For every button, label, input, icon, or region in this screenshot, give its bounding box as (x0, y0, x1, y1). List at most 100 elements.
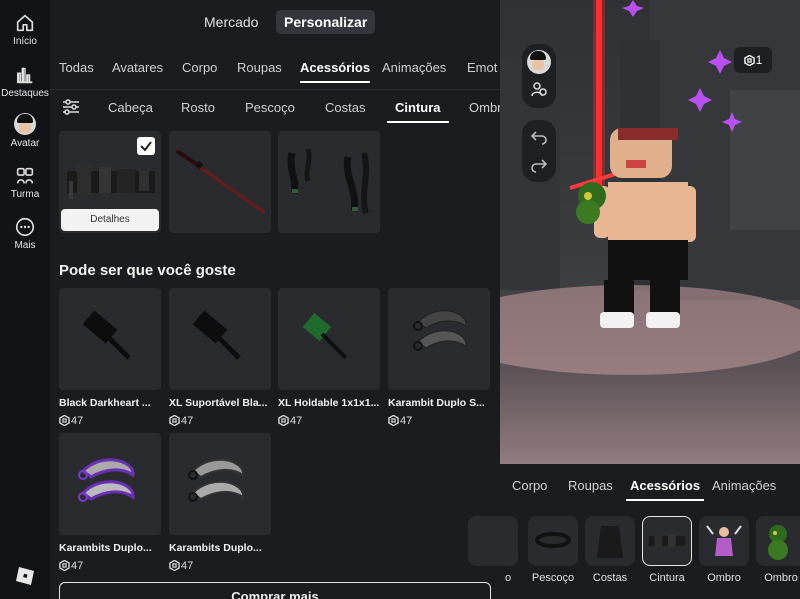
redo-icon[interactable] (530, 156, 548, 174)
outfit-icon[interactable] (530, 80, 548, 98)
rec-card-4[interactable] (388, 288, 490, 390)
fairy-thumb (706, 525, 742, 556)
subtab-face[interactable]: Rosto (181, 100, 215, 115)
home-icon (16, 14, 34, 32)
robux-icon (388, 415, 399, 426)
equipped-item-card[interactable]: Detalhes (59, 131, 161, 233)
tab-body[interactable]: Corpo (182, 60, 217, 75)
holsters-thumb (287, 148, 369, 214)
avatar-icon (14, 113, 36, 135)
slot-shoulder-1[interactable] (699, 516, 749, 566)
nav-group[interactable]: Turma (0, 165, 50, 200)
subtab-shoulder[interactable]: Ombr (469, 100, 500, 115)
rec-name-3: XL Holdable 1x1x1... (278, 397, 380, 409)
slot-label-waist: Cintura (649, 572, 685, 584)
slot-partial[interactable] (468, 516, 518, 566)
rec-card-2[interactable] (169, 288, 271, 390)
subtab-neck[interactable]: Pescoço (245, 100, 295, 115)
tab-animations[interactable]: Animações (382, 60, 446, 75)
chart-icon (16, 67, 33, 84)
subcategory-tabs: Cabeça Rosto Pescoço Costas Cintura Ombr (50, 90, 500, 124)
holsters-card[interactable] (278, 131, 380, 233)
history-controls (522, 120, 556, 182)
slot-shoulder-2[interactable] (756, 516, 800, 566)
rec-name-1: Black Darkheart ... (59, 397, 151, 409)
tab-all[interactable]: Todas (59, 60, 94, 75)
nav-avatar[interactable]: Avatar (0, 113, 50, 149)
teddy-thumb (768, 525, 788, 560)
avatar-controls (522, 44, 556, 108)
waist-gear-thumb (648, 532, 686, 548)
rec-name-5: Karambits Duplo... (59, 542, 152, 554)
tab-accessories[interactable]: Acessórios (300, 60, 371, 83)
nav-home-label: Início (13, 36, 37, 47)
undo-icon[interactable] (530, 128, 548, 146)
robux-icon (278, 415, 289, 426)
robux-balance-badge[interactable]: 1 (734, 47, 772, 73)
robux-balance: 1 (755, 53, 763, 67)
rec-price-5: 47 (59, 560, 83, 572)
rec-card-6[interactable] (169, 433, 271, 535)
katana-card[interactable] (169, 131, 271, 233)
rec-name-4: Karambit Duplo S... (388, 397, 485, 409)
slot-label-shoulder-1: Ombro (707, 572, 741, 584)
purple-karambit-thumb (78, 458, 135, 502)
roblox-logo-icon[interactable] (15, 566, 35, 586)
rec-price-1: 47 (59, 415, 83, 427)
slot-label-neck: Pescoço (531, 572, 575, 584)
subtab-head[interactable]: Cabeça (108, 100, 153, 115)
tab-emotes[interactable]: Emot (467, 60, 497, 75)
filter-icon[interactable] (62, 99, 80, 115)
nav-home[interactable]: Início (0, 12, 50, 47)
green-hammer-thumb (302, 313, 348, 360)
rec-price-6: 47 (169, 560, 193, 572)
robux-icon (743, 55, 755, 66)
equipped-sheet: Corpo Roupas Acessórios Animações o Pesc… (468, 464, 800, 599)
slot-back[interactable] (585, 516, 635, 566)
nav-highlights-label: Destaques (1, 88, 49, 99)
karambit-thumb (413, 310, 467, 351)
equipped-check (137, 137, 155, 155)
slot-label-back: Costas (592, 572, 628, 584)
karambit-thumb (188, 458, 244, 502)
category-tabs: Todas Avatares Corpo Roupas Acessórios A… (50, 44, 500, 90)
bottom-tab-animations[interactable]: Animações (712, 478, 776, 493)
rec-card-3[interactable] (278, 288, 380, 390)
more-icon (15, 217, 35, 237)
details-button[interactable]: Detalhes (61, 209, 159, 231)
rec-card-1[interactable] (59, 288, 161, 390)
nav-highlights[interactable]: Destaques (0, 64, 50, 99)
cape-thumb (597, 526, 623, 558)
nav-more[interactable]: Mais (0, 216, 50, 251)
rec-name-2: XL Suportável Bla... (169, 397, 268, 409)
rec-name-6: Karambits Duplo... (169, 542, 262, 554)
tab-clothing[interactable]: Roupas (237, 60, 282, 75)
bottom-tab-clothing[interactable]: Roupas (568, 478, 613, 493)
nav-group-label: Turma (10, 189, 40, 200)
robux-icon (59, 560, 70, 571)
bottom-tab-accessories[interactable]: Acessórios (625, 478, 705, 501)
group-icon (16, 167, 34, 184)
headshot-icon[interactable] (527, 50, 551, 74)
rec-price-3: 47 (278, 415, 302, 427)
hammer-thumb (192, 310, 241, 360)
buy-more-button[interactable]: Comprar mais (59, 582, 491, 599)
robux-icon (169, 560, 180, 571)
slot-neck[interactable] (528, 516, 578, 566)
rec-card-5[interactable] (59, 433, 161, 535)
slot-label-shoulder-2: Ombro (764, 572, 798, 584)
nav-avatar-label: Avatar (10, 138, 40, 149)
market-tab[interactable]: Mercado (196, 10, 266, 34)
subtab-back[interactable]: Costas (325, 100, 365, 115)
slot-waist[interactable] (642, 516, 692, 566)
subtab-waist[interactable]: Cintura (387, 100, 448, 123)
bottom-tab-body[interactable]: Corpo (512, 478, 547, 493)
tab-avatars[interactable]: Avatares (112, 60, 163, 75)
robux-icon (59, 415, 70, 426)
customize-tab[interactable]: Personalizar (276, 10, 376, 34)
katana-thumb (175, 149, 266, 215)
robux-icon (169, 415, 180, 426)
rec-price-4: 47 (388, 415, 412, 427)
rec-price-2: 47 (169, 415, 193, 427)
catalog-panel: Todas Avatares Corpo Roupas Acessórios A… (50, 44, 500, 599)
